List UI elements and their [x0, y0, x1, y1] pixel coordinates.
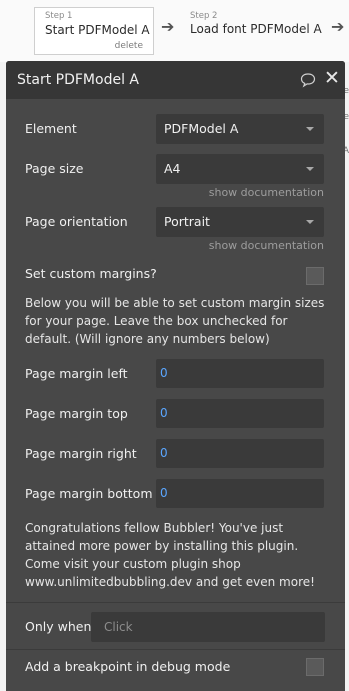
- step-number: Step 2: [190, 11, 218, 21]
- action-property-panel: Start PDFModel A ✕ Element PDFModel A Pa…: [6, 61, 345, 691]
- breakpoint-checkbox[interactable]: [306, 658, 324, 676]
- margin-help-text: Below you will be able to set custom mar…: [25, 296, 325, 346]
- show-documentation-link[interactable]: show documentation: [209, 186, 324, 199]
- margin-right-label: Page margin right: [25, 446, 137, 461]
- breakpoint-label: Add a breakpoint in debug mode: [25, 659, 231, 674]
- chevron-down-icon: [306, 127, 314, 131]
- plugin-promo-text: Congratulations fellow Bubbler! You've j…: [25, 521, 315, 589]
- margin-right-input[interactable]: 0: [156, 439, 324, 468]
- delete-step-link[interactable]: delete: [115, 41, 143, 51]
- chevron-down-icon: [306, 220, 314, 224]
- page-orientation-dropdown[interactable]: Portrait: [156, 207, 324, 237]
- page-orientation-value: Portrait: [164, 214, 210, 229]
- margin-top-input[interactable]: 0: [156, 399, 324, 428]
- page-size-label: Page size: [25, 161, 84, 176]
- page-size-value: A4: [164, 161, 181, 176]
- step-title: Start PDFModel A: [45, 23, 150, 37]
- arrow-right-icon: ➔: [331, 17, 345, 36]
- margin-left-input[interactable]: 0: [156, 359, 324, 388]
- margin-right-value: 0: [160, 446, 168, 460]
- element-label: Element: [25, 121, 77, 136]
- margin-left-label: Page margin left: [25, 366, 128, 381]
- page-orientation-label: Page orientation: [25, 214, 128, 229]
- margin-bottom-input[interactable]: 0: [156, 479, 324, 508]
- divider: [6, 602, 345, 603]
- show-documentation-link[interactable]: show documentation: [209, 239, 324, 252]
- margin-bottom-value: 0: [160, 486, 168, 500]
- margin-top-value: 0: [160, 406, 168, 420]
- chevron-down-icon: [306, 167, 314, 171]
- divider: [6, 649, 345, 650]
- custom-margins-label: Set custom margins?: [25, 266, 157, 281]
- only-when-label: Only when: [25, 619, 92, 634]
- workflow-strip: Step 1 Start PDFModel A delete ➔ Step 2 …: [0, 0, 349, 62]
- step-number: Step 1: [45, 11, 73, 21]
- only-when-placeholder: Click: [104, 620, 133, 634]
- comment-icon[interactable]: [300, 72, 316, 88]
- custom-margins-checkbox[interactable]: [306, 267, 324, 285]
- page-size-dropdown[interactable]: A4: [156, 154, 324, 184]
- margin-bottom-label: Page margin bottom: [25, 486, 153, 501]
- workflow-step-1[interactable]: Step 1 Start PDFModel A delete: [34, 7, 154, 55]
- step-title: Load font PDFModel A: [190, 22, 322, 36]
- arrow-right-icon: ➔: [161, 17, 175, 36]
- element-dropdown[interactable]: PDFModel A: [156, 114, 324, 144]
- close-icon[interactable]: ✕: [324, 69, 340, 88]
- panel-title: Start PDFModel A: [17, 72, 139, 88]
- panel-header: Start PDFModel A ✕: [6, 61, 345, 99]
- only-when-condition-input[interactable]: Click: [91, 612, 325, 642]
- margin-left-value: 0: [160, 366, 168, 380]
- element-value: PDFModel A: [164, 121, 239, 136]
- margin-top-label: Page margin top: [25, 406, 128, 421]
